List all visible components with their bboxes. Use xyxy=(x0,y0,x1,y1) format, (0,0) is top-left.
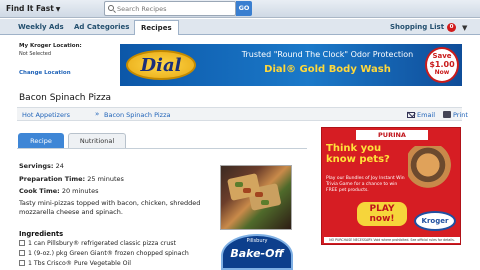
change-location-link[interactable]: Change Location xyxy=(19,70,71,76)
cook-time-label: Cook Time: xyxy=(19,187,60,195)
print-icon[interactable] xyxy=(443,111,451,118)
save-tag-line1: Save xyxy=(432,52,452,60)
chevron-down-icon: ▼ xyxy=(55,6,61,13)
ingredient-item[interactable]: 1 Tbs Crisco® Pure Vegetable Oil xyxy=(19,260,131,267)
cook-time-value: 20 minutes xyxy=(61,187,99,195)
bake-off-title: Bake-Off xyxy=(230,247,284,260)
ad-fine-print: NO PURCHASE NECESSARY. Void where prohib… xyxy=(324,237,460,243)
save-tag-amount: $1.00 xyxy=(429,60,455,69)
servings-value: 24 xyxy=(55,162,64,170)
save-tag-line3: Now xyxy=(434,69,450,76)
prep-time-value: 25 minutes xyxy=(87,175,124,183)
pets-image xyxy=(408,146,458,188)
tab-recipes[interactable]: Recipes xyxy=(134,20,179,35)
recipe-description: Tasty mini-pizzas topped with bacon, chi… xyxy=(19,199,201,216)
location-status: Not Selected xyxy=(19,51,52,57)
dial-banner-ad[interactable]: Dial Trusted "Round The Clock" Odor Prot… xyxy=(120,44,462,86)
ingredient-text: 1 Tbs Crisco® Pure Vegetable Oil xyxy=(28,260,131,267)
go-button[interactable]: GO xyxy=(236,1,252,16)
breadcrumb-hot-appetizers[interactable]: Hot Appetizers xyxy=(22,111,70,119)
email-link[interactable]: Email xyxy=(417,111,435,119)
breadcrumb-current[interactable]: Bacon Spinach Pizza xyxy=(104,111,171,119)
dial-logo: Dial xyxy=(126,50,196,80)
save-tag: Save $1.00 Now xyxy=(425,47,459,83)
find-it-fast-button[interactable]: Find It Fast ▼ xyxy=(2,2,66,16)
page-title: Bacon Spinach Pizza xyxy=(19,93,112,103)
ingredient-checkbox[interactable] xyxy=(19,260,25,266)
chevron-down-icon[interactable]: ▼ xyxy=(462,24,467,32)
ingredient-item[interactable]: 1 can Pillsbury® refrigerated classic pi… xyxy=(19,240,176,247)
print-link[interactable]: Print xyxy=(453,111,468,119)
email-icon[interactable] xyxy=(407,112,415,118)
recipe-photo xyxy=(220,165,292,230)
kroger-logo: Kroger xyxy=(414,211,456,231)
prep-time-label: Preparation Time: xyxy=(19,175,86,183)
search-input[interactable] xyxy=(104,1,236,16)
ingredient-item[interactable]: 1 (9-oz.) pkg Green Giant® frozen choppe… xyxy=(19,250,189,257)
purina-ad[interactable]: PURINA Think you know pets? Play our Bun… xyxy=(321,127,461,245)
bake-off-badge: Pillsbury Bake-Off xyxy=(221,234,293,270)
banner-tagline: Trusted "Round The Clock" Odor Protectio… xyxy=(241,50,414,59)
dial-brand: Dial xyxy=(140,55,182,76)
cook-time-row: Cook Time: 20 minutes xyxy=(19,187,98,195)
tab-recipe[interactable]: Recipe xyxy=(18,133,64,148)
top-bar: Find It Fast▼ GO xyxy=(0,0,480,18)
banner-product: Dial® Gold Body Wash xyxy=(264,64,391,75)
tab-nutritional[interactable]: Nutritional xyxy=(68,133,126,148)
ingredient-checkbox[interactable] xyxy=(19,250,25,256)
bake-off-brand: Pillsbury xyxy=(246,238,268,244)
ingredient-text: 1 can Pillsbury® refrigerated classic pi… xyxy=(28,240,176,247)
tab-weekly-ads[interactable]: Weekly Ads xyxy=(12,20,70,35)
find-it-fast-label: Find It Fast xyxy=(6,4,54,13)
tab-ad-categories[interactable]: Ad Categories xyxy=(68,20,135,35)
ad-body: Play our Bundles of Joy Instant Win Triv… xyxy=(326,176,405,193)
play-now-button[interactable]: PLAY now! xyxy=(357,202,407,226)
ingredient-checkbox[interactable] xyxy=(19,240,25,246)
search-icon xyxy=(108,5,114,11)
location-title: My Kroger Location: xyxy=(19,43,82,49)
servings-row: Servings: 24 xyxy=(19,162,64,170)
ingredient-text: 1 (9-oz.) pkg Green Giant® frozen choppe… xyxy=(28,250,189,257)
servings-label: Servings: xyxy=(19,162,54,170)
prep-time-row: Preparation Time: 25 minutes xyxy=(19,175,124,183)
shopping-count-badge: 0 xyxy=(447,23,456,32)
purina-logo: PURINA xyxy=(356,130,428,140)
ingredients-heading: Ingredients xyxy=(19,230,64,238)
main-nav: Weekly Ads Ad Categories Recipes Shoppin… xyxy=(0,19,480,35)
breadcrumb: Hot Appetizers » Bacon Spinach Pizza Ema… xyxy=(17,107,468,121)
ad-headline: Think you know pets? xyxy=(326,143,390,165)
shopping-list-link[interactable]: Shopping List xyxy=(390,20,444,35)
tab-divider xyxy=(17,148,307,149)
breadcrumb-separator: » xyxy=(95,110,100,118)
